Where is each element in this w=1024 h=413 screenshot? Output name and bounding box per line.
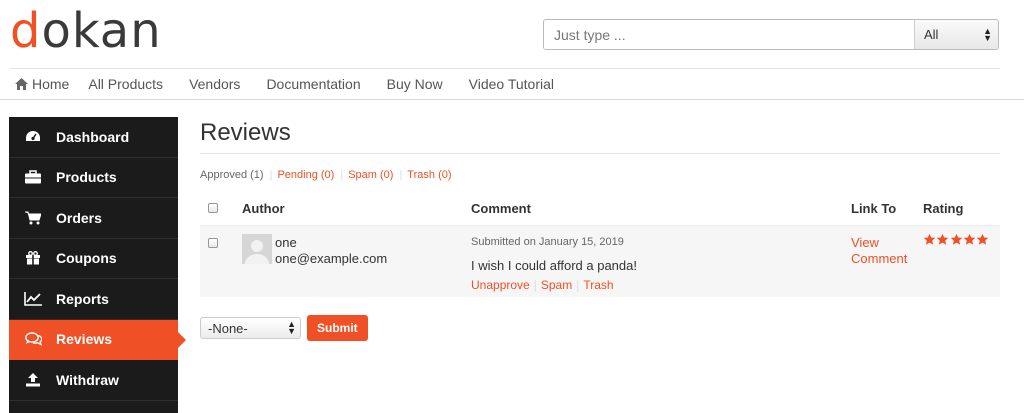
nav-home[interactable]: Home — [15, 76, 69, 92]
star-icon — [923, 233, 936, 245]
row-checkbox[interactable] — [208, 238, 218, 248]
dashboard-sidebar: Dashboard Products Orders Coupons Report… — [9, 117, 186, 413]
nav-video-tutorial[interactable]: Video Tutorial — [469, 76, 554, 92]
action-separator: | — [576, 278, 580, 292]
main-nav: Home All Products Vendors Documentation … — [0, 69, 1024, 99]
trash-link[interactable]: Trash — [583, 278, 613, 292]
author-name: one — [275, 235, 297, 250]
sidebar-item-orders[interactable]: Orders — [9, 198, 178, 239]
filter-pending[interactable]: Pending (0) — [277, 169, 334, 181]
gift-icon — [24, 250, 42, 266]
rating-stars — [923, 233, 989, 246]
filter-separator: | — [269, 169, 273, 181]
page-title: Reviews — [200, 119, 291, 146]
sidebar-item-reviews[interactable]: Reviews — [9, 319, 186, 360]
nav-vendors[interactable]: Vendors — [189, 76, 240, 92]
author-email: one@example.com — [275, 251, 388, 266]
avatar — [242, 234, 272, 264]
dashboard-icon — [24, 129, 42, 145]
action-separator: | — [533, 278, 537, 292]
star-icon — [963, 233, 976, 245]
reviews-table: Author Comment Link To Rating one one@ex… — [200, 191, 1000, 297]
site-header: dokan All ▲▼ — [0, 0, 1024, 66]
main-content: Reviews Approved (1) | Pending (0) | Spa… — [200, 117, 1000, 341]
nav-all-products[interactable]: All Products — [88, 76, 163, 92]
star-icon — [977, 233, 989, 245]
column-author: Author — [242, 200, 285, 216]
star-icon — [950, 233, 962, 245]
sidebar-item-coupons[interactable]: Coupons — [9, 239, 178, 279]
sidebar-item-reports[interactable]: Reports — [9, 279, 178, 320]
filter-trash[interactable]: Trash (0) — [407, 169, 451, 181]
filter-separator: | — [340, 169, 344, 181]
upload-icon — [24, 372, 42, 388]
nav-buy-now[interactable]: Buy Now — [387, 76, 443, 92]
submit-button[interactable]: Submit — [307, 315, 368, 341]
spam-link[interactable]: Spam — [541, 278, 572, 292]
chart-icon — [24, 291, 42, 307]
home-icon — [15, 78, 28, 90]
comments-icon — [24, 331, 42, 347]
filter-spam[interactable]: Spam (0) — [348, 169, 393, 181]
dokan-logo[interactable]: dokan — [10, 3, 162, 59]
nav-documentation[interactable]: Documentation — [266, 76, 360, 92]
search-category-select[interactable]: All ▲ ▼ — [914, 20, 998, 49]
star-icon — [937, 233, 949, 245]
select-arrows-icon: ▲ ▼ — [287, 319, 296, 336]
select-all-checkbox[interactable] — [208, 202, 218, 213]
table-row: one one@example.com Submitted on January… — [200, 225, 1000, 297]
briefcase-icon — [24, 169, 42, 185]
filter-approved[interactable]: Approved (1) — [200, 169, 264, 181]
bulk-actions: -None- ▲ ▼ Submit — [200, 315, 1000, 341]
submitted-date: Submitted on January 15, 2019 — [471, 236, 624, 248]
bulk-action-select[interactable]: -None- ▲ ▼ — [200, 317, 301, 339]
column-comment: Comment — [471, 200, 531, 216]
search-input[interactable] — [544, 20, 914, 49]
comment-text: I wish I could afford a panda! — [471, 258, 637, 273]
unapprove-link[interactable]: Unapprove — [471, 278, 530, 292]
sidebar-item-products[interactable]: Products — [9, 158, 178, 198]
search-bar: All ▲▼ — [543, 19, 999, 50]
cart-icon — [24, 210, 42, 226]
title-divider — [200, 153, 1000, 154]
sidebar-item-withdraw[interactable]: Withdraw — [9, 360, 178, 401]
sidebar-item-dashboard[interactable]: Dashboard — [9, 117, 178, 158]
view-comment-link[interactable]: View Comment — [851, 235, 921, 267]
row-actions: Unapprove | Spam | Trash — [471, 278, 614, 292]
review-status-filters: Approved (1) | Pending (0) | Spam (0) | … — [200, 167, 1000, 183]
table-header: Author Comment Link To Rating — [200, 191, 1000, 225]
filter-separator: | — [399, 169, 403, 181]
column-link-to: Link To — [851, 200, 897, 216]
select-arrows-icon: ▲ ▼ — [983, 25, 992, 43]
column-rating: Rating — [923, 200, 964, 216]
nav-divider — [0, 99, 1024, 100]
